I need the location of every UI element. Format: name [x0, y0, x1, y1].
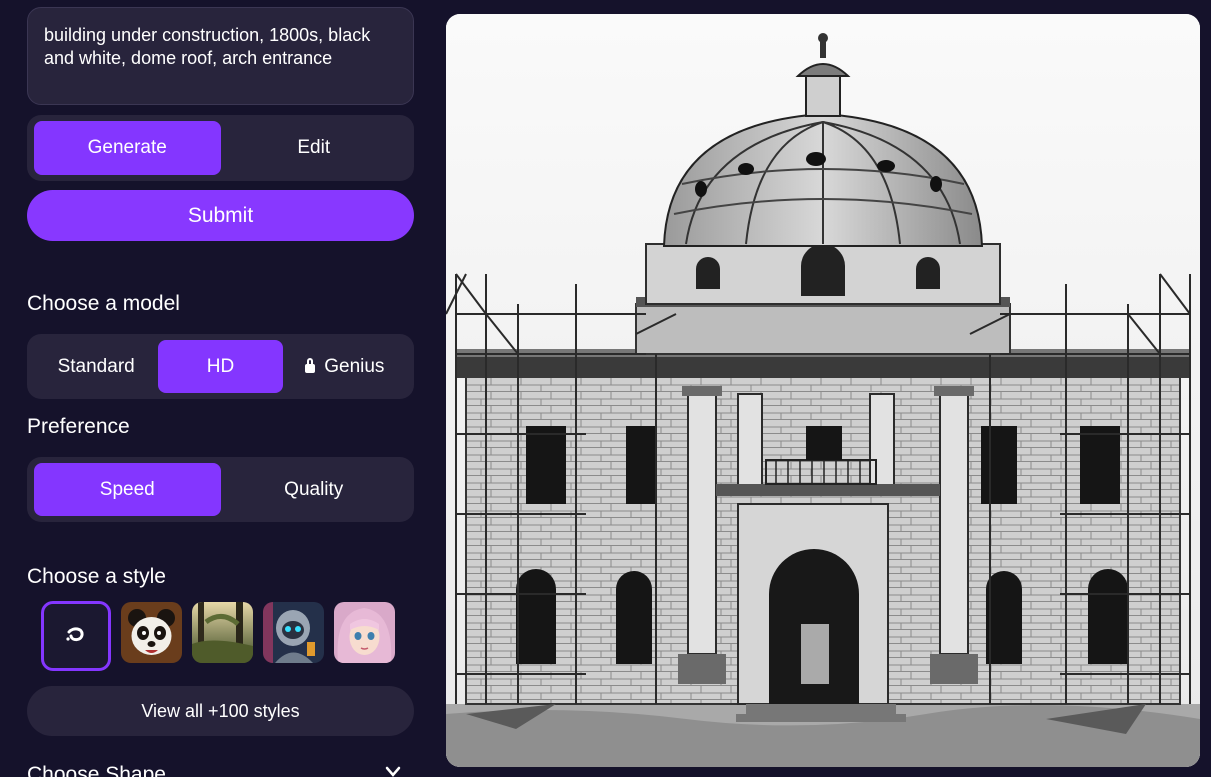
prompt-input[interactable]: building under construction, 1800s, blac…: [27, 7, 414, 105]
preference-quality[interactable]: Quality: [221, 463, 408, 516]
preference-selector: Speed Quality: [27, 457, 414, 522]
shape-section-title: Choose Shape: [27, 763, 166, 777]
style-thumb-forest[interactable]: [192, 602, 253, 663]
style-thumb-anime[interactable]: [334, 602, 395, 663]
style-list: [41, 601, 395, 671]
style-thumb-robot[interactable]: [263, 602, 324, 663]
generated-image[interactable]: [446, 14, 1200, 767]
submit-button[interactable]: Submit: [27, 190, 414, 241]
generate-tab[interactable]: Generate: [34, 121, 221, 175]
swirl-icon: [66, 627, 84, 642]
model-genius-label: Genius: [324, 355, 385, 377]
style-section-title: Choose a style: [27, 565, 166, 588]
building-illustration: [446, 14, 1200, 767]
view-all-styles-button[interactable]: View all +100 styles: [27, 686, 414, 736]
sidebar: building under construction, 1800s, blac…: [27, 0, 414, 777]
model-section-title: Choose a model: [27, 292, 180, 315]
no-style-icon[interactable]: [41, 601, 111, 671]
model-standard[interactable]: Standard: [34, 340, 158, 393]
edit-tab[interactable]: Edit: [221, 121, 408, 175]
mode-toggle: Generate Edit: [27, 115, 414, 181]
preference-speed[interactable]: Speed: [34, 463, 221, 516]
model-hd[interactable]: HD: [158, 340, 283, 393]
lock-icon: [305, 358, 316, 373]
chevron-down-icon[interactable]: [385, 764, 401, 777]
preference-section-title: Preference: [27, 415, 130, 438]
style-thumb-panda[interactable]: [121, 602, 182, 663]
model-genius[interactable]: Genius: [283, 340, 407, 393]
model-selector: Standard HD Genius: [27, 334, 414, 399]
